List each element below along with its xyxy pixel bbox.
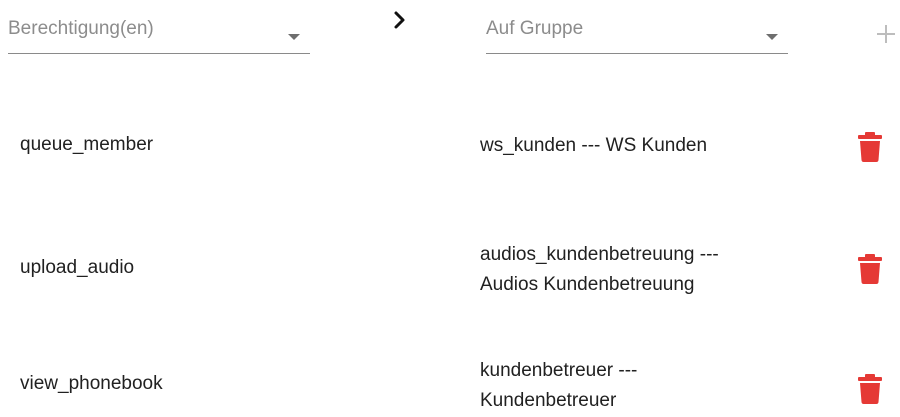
permission-name: upload_audio xyxy=(20,257,135,278)
permission-select-placeholder: Berechtigung(en) xyxy=(8,18,154,39)
group-label: kundenbetreuer --- Kundenbetreuer xyxy=(480,356,820,416)
permission-select[interactable]: Berechtigung(en) xyxy=(8,12,310,54)
permission-name: queue_member xyxy=(20,134,154,155)
group-select[interactable]: Auf Gruppe xyxy=(486,12,788,54)
group-label-line: kundenbetreuer --- xyxy=(480,360,638,381)
group-select-placeholder: Auf Gruppe xyxy=(486,18,584,39)
group-label: ws_kunden --- WS Kunden xyxy=(480,131,820,161)
trash-icon[interactable] xyxy=(857,132,883,162)
trash-icon[interactable] xyxy=(857,254,883,284)
list-item: view_phonebook kundenbetreuer --- Kunden… xyxy=(0,356,900,417)
permission-name: view_phonebook xyxy=(20,373,163,394)
dropdown-caret-icon xyxy=(288,34,300,40)
group-label-line: Kundenbetreuer xyxy=(480,390,617,411)
group-label-line: Audios Kundenbetreuung xyxy=(480,274,695,295)
permission-assignment-panel: Berechtigung(en) Auf Gruppe queue_member… xyxy=(0,0,900,417)
dropdown-caret-icon xyxy=(766,34,778,40)
trash-icon[interactable] xyxy=(857,374,883,404)
group-label: audios_kundenbetreuung --- Audios Kunden… xyxy=(480,240,820,300)
group-label-line: audios_kundenbetreuung --- xyxy=(480,244,719,265)
plus-icon[interactable] xyxy=(874,22,898,46)
chevron-right-icon xyxy=(394,11,405,29)
group-label-line: ws_kunden --- WS Kunden xyxy=(480,135,708,156)
list-item: queue_member ws_kunden --- WS Kunden xyxy=(0,128,900,168)
list-item: upload_audio audios_kundenbetreuung --- … xyxy=(0,240,900,304)
